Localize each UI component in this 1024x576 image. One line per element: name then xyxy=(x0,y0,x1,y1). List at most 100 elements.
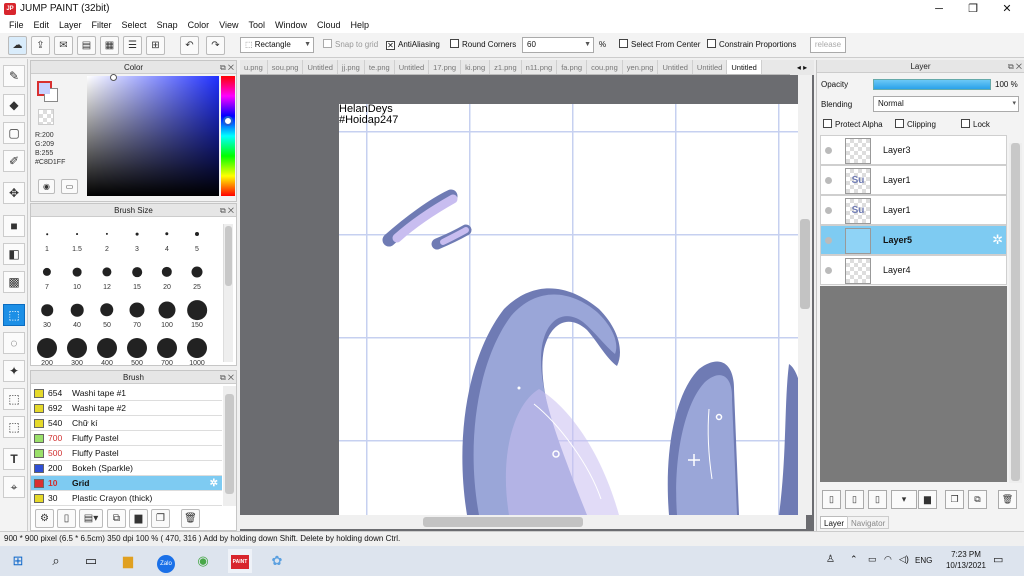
brush-size-cell[interactable]: 100 xyxy=(152,294,182,332)
chevron-up-icon[interactable]: ⌃ xyxy=(850,554,858,565)
search-icon[interactable]: ⌕ xyxy=(44,551,68,571)
menu-color[interactable]: Color xyxy=(183,18,215,33)
menu-tool[interactable]: Tool xyxy=(243,18,270,33)
vertical-scrollbar[interactable] xyxy=(798,75,812,515)
brush-item[interactable]: 540 Chữ kí xyxy=(31,416,222,431)
round-corners-value[interactable]: 60 ▼ xyxy=(522,37,594,53)
grid-icon[interactable]: ⊞ xyxy=(146,36,165,55)
brush-item[interactable]: 30 Plastic Crayon (thick) xyxy=(31,491,222,506)
folder-icon[interactable]: ▆ xyxy=(129,509,148,528)
saturation-value-picker[interactable] xyxy=(87,74,219,196)
antialiasing-checkbox[interactable]: ✕ AntiAliasing xyxy=(386,39,440,51)
hue-handle[interactable] xyxy=(223,116,233,126)
menu-help[interactable]: Help xyxy=(346,18,375,33)
color-picker-handle[interactable] xyxy=(110,74,117,81)
layer-row[interactable]: Layer3 xyxy=(820,135,1007,165)
visibility-icon[interactable] xyxy=(825,267,832,274)
magic-wand-tool-icon[interactable]: ✦ xyxy=(3,360,25,382)
undo-icon[interactable]: ↶ xyxy=(180,36,199,55)
hue-slider[interactable] xyxy=(221,76,235,196)
trash-icon[interactable]: 🗑 xyxy=(181,509,200,528)
document-tab[interactable]: Untitled xyxy=(303,60,338,74)
move-tool-icon[interactable]: ✥ xyxy=(3,182,25,204)
delete-layer-icon[interactable]: 🗑 xyxy=(998,490,1017,509)
bucket-tool-icon[interactable]: ◧ xyxy=(3,243,25,265)
brush-menu-icon[interactable]: ▤▾ xyxy=(79,509,103,528)
close-icon[interactable]: ⧉ ✕ xyxy=(220,62,234,73)
close-icon[interactable]: ⧉ ✕ xyxy=(220,372,234,383)
network-icon[interactable]: ◠ xyxy=(884,554,892,565)
list-icon[interactable]: ☰ xyxy=(123,36,142,55)
brush-size-cell[interactable]: 70 xyxy=(122,294,152,332)
select-eraser-tool-icon[interactable]: ⬚ xyxy=(3,416,25,438)
document-tab[interactable]: z1.png xyxy=(490,60,522,74)
layer-row[interactable]: Su Layer1 xyxy=(820,165,1007,195)
magic-pen-tool-icon[interactable]: ✐ xyxy=(3,150,25,172)
menu-edit[interactable]: Edit xyxy=(29,18,55,33)
close-icon[interactable]: ⧉ ✕ xyxy=(220,205,234,216)
lasso-tool-icon[interactable]: ◌ xyxy=(3,332,25,354)
brush-size-cell[interactable]: 10 xyxy=(62,256,92,294)
visibility-icon[interactable] xyxy=(825,237,832,244)
snap-to-grid-checkbox[interactable]: Snap to grid xyxy=(323,39,378,51)
new-layer-icon[interactable]: ▯ xyxy=(822,490,841,509)
brush-item[interactable]: 692 Washi tape #2 xyxy=(31,401,222,416)
task-view-icon[interactable]: ▭ xyxy=(79,551,103,571)
menu-file[interactable]: File xyxy=(4,18,29,33)
layer-row[interactable]: Layer4 xyxy=(820,255,1007,285)
brush-item[interactable]: 10 Grid ✲ xyxy=(31,476,222,491)
brush-size-cell[interactable]: 25 xyxy=(182,256,212,294)
brush-size-cell[interactable]: 1 xyxy=(32,218,62,256)
brush-size-cell[interactable]: 15 xyxy=(122,256,152,294)
blending-select[interactable]: Normal ▾ xyxy=(873,96,1019,112)
brush-size-cell[interactable]: 150 xyxy=(182,294,212,332)
tab-layer[interactable]: Layer xyxy=(820,516,849,529)
menu-layer[interactable]: Layer xyxy=(54,18,87,33)
paint-app-icon[interactable]: ✿ xyxy=(265,551,289,571)
redo-icon[interactable]: ↷ xyxy=(206,36,225,55)
gradient-tool-icon[interactable]: ▩ xyxy=(3,271,25,293)
cloud-icon[interactable]: ☁ xyxy=(8,36,27,55)
duplicate-icon[interactable]: ❐ xyxy=(151,509,170,528)
document-tab[interactable]: sou.png xyxy=(268,60,304,74)
document-tab[interactable]: jj.png xyxy=(338,60,365,74)
layer-row[interactable]: Layer5 ✲ xyxy=(820,225,1007,255)
document-tab[interactable]: Untitled xyxy=(693,60,728,74)
visibility-icon[interactable] xyxy=(825,147,832,154)
folder-icon[interactable]: ▆ xyxy=(918,490,937,509)
brush-size-cell[interactable]: 40 xyxy=(62,294,92,332)
clipping-checkbox[interactable]: Clipping xyxy=(895,119,936,131)
new-layer-1bit-icon[interactable]: ▯ xyxy=(868,490,887,509)
document-tab[interactable]: ki.png xyxy=(461,60,491,74)
battery-icon[interactable]: ▭ xyxy=(868,554,877,565)
visibility-icon[interactable] xyxy=(825,207,832,214)
new-brush-icon[interactable]: ▯ xyxy=(57,509,76,528)
select-rect-tool-icon[interactable]: ⬚ xyxy=(3,304,25,326)
brush-size-cell[interactable]: 12 xyxy=(92,256,122,294)
menu-window[interactable]: Window xyxy=(270,18,312,33)
brush-size-cell[interactable]: 2 xyxy=(92,218,122,256)
fill-rect-tool-icon[interactable]: ■ xyxy=(3,215,25,237)
round-corners-checkbox[interactable]: Round Corners xyxy=(450,39,516,51)
document-tab[interactable]: te.png xyxy=(365,60,395,74)
close-icon[interactable]: ⧉ ✕ xyxy=(1008,61,1022,72)
minimize-button[interactable]: ─ xyxy=(922,0,956,18)
brush-item[interactable]: 200 Bokeh (Sparkle) xyxy=(31,461,222,476)
document-tab[interactable]: yen.png xyxy=(623,60,659,74)
brush-size-cell[interactable]: 50 xyxy=(92,294,122,332)
clock[interactable]: 7:23 PM 10/13/2021 xyxy=(944,549,988,571)
visibility-icon[interactable] xyxy=(825,177,832,184)
swap-icon[interactable]: ▭ xyxy=(61,179,78,194)
gear-icon[interactable]: ✲ xyxy=(992,232,1003,248)
comment-icon[interactable]: ✉ xyxy=(54,36,73,55)
zalo-icon[interactable]: Zalo xyxy=(154,551,178,573)
menu-filter[interactable]: Filter xyxy=(87,18,117,33)
close-button[interactable]: ✕ xyxy=(990,0,1024,18)
brush-list-scrollbar[interactable] xyxy=(223,386,236,506)
palette-icon[interactable]: ◉ xyxy=(38,179,55,194)
notification-icon[interactable]: ▭ xyxy=(993,553,1003,566)
brush-size-cell[interactable]: 5 xyxy=(182,218,212,256)
brush-size-cell[interactable]: 1000 xyxy=(182,332,212,370)
document-tab[interactable]: Untitled xyxy=(658,60,693,74)
transparent-swatch[interactable] xyxy=(38,109,54,125)
